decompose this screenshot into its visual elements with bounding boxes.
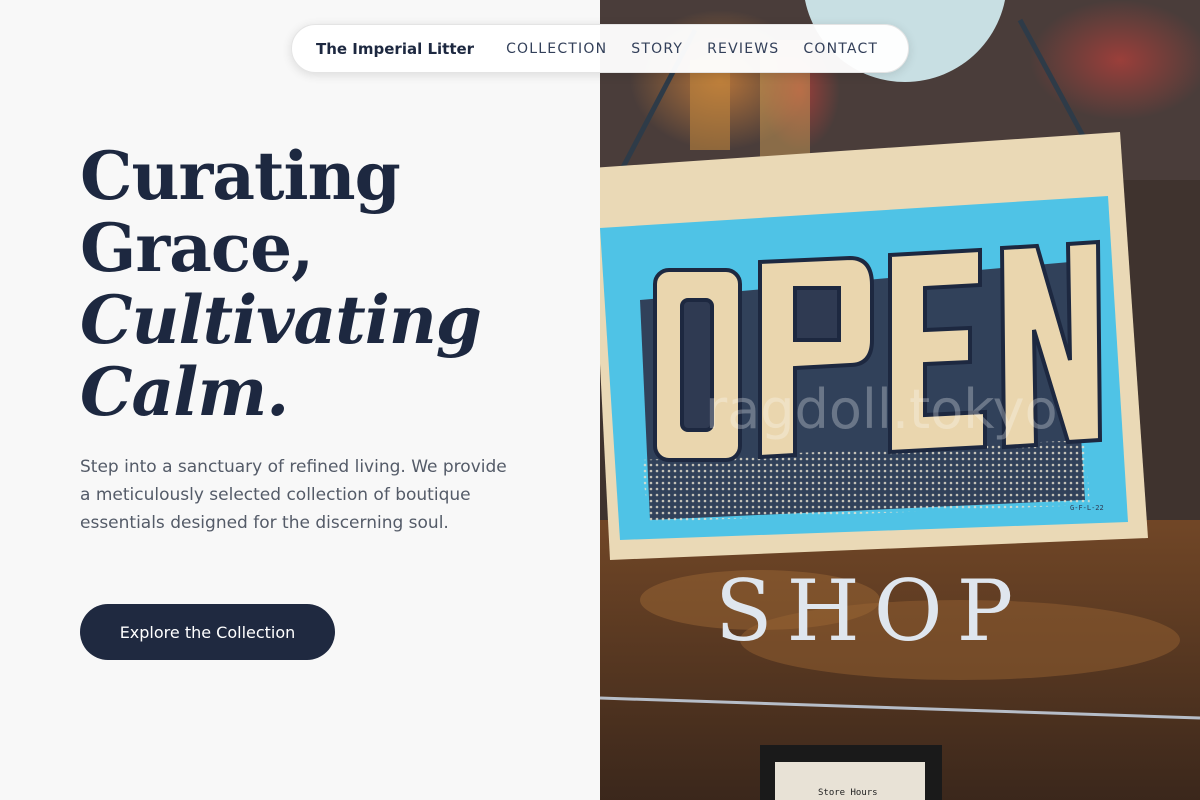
open-sign-photo: G-F-L-22 ragdoll.tokyo SHOP Store Hours (600, 0, 1200, 800)
hero-left-panel: Curating Grace, Cultivating Calm. Step i… (0, 0, 600, 800)
top-navbar: The Imperial Litter COLLECTION STORY REV… (291, 24, 909, 73)
watermark-text: ragdoll.tokyo (705, 378, 1058, 441)
hero-headline: Curating Grace, Cultivating Calm. (80, 137, 482, 431)
brand-logo-link[interactable]: The Imperial Litter (316, 40, 474, 58)
nav-link-collection[interactable]: COLLECTION (506, 41, 607, 57)
headline-line-4: Calm. (80, 353, 289, 431)
svg-text:G-F-L-22: G-F-L-22 (1070, 504, 1104, 512)
nav-link-story[interactable]: STORY (631, 41, 683, 57)
explore-collection-button[interactable]: Explore the Collection (80, 604, 335, 660)
plaque-text: Store Hours (818, 788, 878, 798)
nav-link-reviews[interactable]: REVIEWS (707, 41, 779, 57)
hero-description: Step into a sanctuary of refined living.… (80, 457, 507, 533)
headline-line-3: Cultivating (80, 281, 482, 359)
headline-line-2: Grace, (80, 209, 314, 287)
nav-link-contact[interactable]: CONTACT (803, 41, 878, 57)
headline-line-1: Curating (80, 137, 401, 215)
hero-photo: G-F-L-22 ragdoll.tokyo SHOP Store Hours (600, 0, 1200, 800)
shop-window-text: SHOP (715, 562, 1027, 660)
